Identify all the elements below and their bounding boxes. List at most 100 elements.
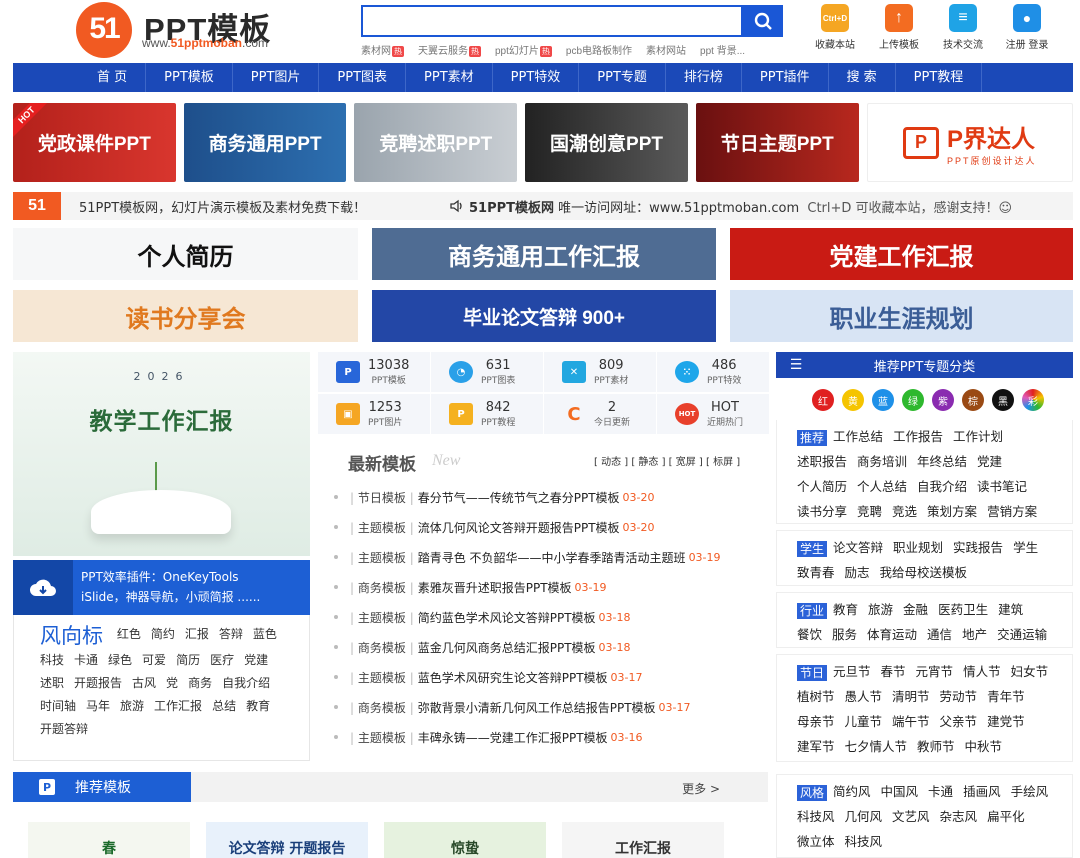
color-yellow[interactable]: 黄 — [842, 389, 864, 411]
stat-ppt-effect[interactable]: ⁙ 486 PPT特效 — [657, 352, 769, 392]
nav-ppt-template[interactable]: PPT模板 — [146, 63, 233, 92]
nav-ranking[interactable]: 排行榜 — [666, 63, 742, 92]
hot-keyword[interactable]: 素材网站 — [646, 42, 686, 57]
plugin-promo[interactable]: PPT效率插件：OneKeyTools iSlide，神器导航，小顽简报 ...… — [13, 560, 310, 615]
color-black[interactable]: 黑 — [992, 389, 1014, 411]
trend-tag[interactable]: 卡通 — [74, 653, 98, 667]
list-item[interactable]: 商务模板素雅灰晋升述职报告PPT模板03-19 — [334, 572, 764, 602]
trend-tag[interactable]: 医疗 — [210, 653, 234, 667]
nav-ppt-effect[interactable]: PPT特效 — [493, 63, 580, 92]
banner-business[interactable]: 商务通用PPT — [183, 103, 347, 182]
stat-ppt-image[interactable]: ▣ 1253 PPT图片 — [318, 394, 430, 434]
trend-tag[interactable]: 总结 — [212, 699, 236, 713]
banner-compete[interactable]: 竞聘述职PPT — [354, 103, 518, 182]
latest-filters[interactable]: [ 动态 ] [ 静态 ] [ 宽屏 ] [ 标屏 ] — [594, 453, 740, 468]
banner-festival[interactable]: 节日主题PPT — [695, 103, 859, 182]
topic-resume[interactable]: 个人简历 — [13, 228, 358, 280]
trend-tag[interactable]: 蓝色 — [253, 627, 277, 641]
notice-left: 51PPT模板网，幻灯片演示模板及素材免费下载！ — [79, 200, 367, 216]
trend-tag[interactable]: 教育 — [246, 699, 270, 713]
trend-tag[interactable]: 时间轴 — [40, 699, 76, 713]
stat-ppt-tutorial[interactable]: P 842 PPT教程 — [431, 394, 543, 434]
login-button[interactable]: ● 注册 登录 — [1002, 4, 1052, 51]
hot-icon: HOT — [675, 403, 699, 425]
topic-thesis[interactable]: 毕业论文答辩 900+ — [372, 290, 716, 342]
stat-ppt-chart[interactable]: ◔ 631 PPT图表 — [431, 352, 543, 392]
nav-search[interactable]: 搜 索 — [829, 63, 896, 92]
chat-button[interactable]: ≡ 技术交流 — [938, 4, 988, 51]
stat-hot[interactable]: HOT HOT 近期热门 — [657, 394, 769, 434]
trend-tag[interactable]: 绿色 — [108, 653, 132, 667]
trend-tag[interactable]: 简约 — [151, 627, 175, 641]
hot-keyword[interactable]: ppt 背景... — [700, 42, 745, 57]
topic-career[interactable]: 职业生涯规划 — [730, 290, 1073, 342]
color-blue[interactable]: 蓝 — [872, 389, 894, 411]
nav-ppt-tutorial[interactable]: PPT教程 — [896, 63, 983, 92]
trend-tag[interactable]: 可爱 — [142, 653, 166, 667]
search-input[interactable] — [361, 5, 743, 37]
nav-ppt-plugin[interactable]: PPT插件 — [742, 63, 829, 92]
trend-tag[interactable]: 工作汇报 — [154, 699, 202, 713]
trend-tag[interactable]: 答辩 — [219, 627, 243, 641]
stat-today-update[interactable]: C 2 今日更新 — [544, 394, 656, 434]
trend-tag[interactable]: 科技 — [40, 653, 64, 667]
topic-business-report[interactable]: 商务通用工作汇报 — [372, 228, 716, 280]
nav-home[interactable]: 首 页 — [75, 63, 147, 92]
list-item[interactable]: 主题模板流体几何风论文答辩开题报告PPT模板03-20 — [334, 512, 764, 542]
color-green[interactable]: 绿 — [902, 389, 924, 411]
stat-ppt-material[interactable]: ✕ 809 PPT素材 — [544, 352, 656, 392]
topic-reading[interactable]: 读书分享会 — [13, 290, 358, 342]
trend-tag[interactable]: 述职 — [40, 676, 64, 690]
nav-ppt-image[interactable]: PPT图片 — [233, 63, 320, 92]
trend-tag[interactable]: 古风 — [132, 676, 156, 690]
upload-button[interactable]: ↑ 上传模板 — [874, 4, 924, 51]
notice-bar: 51 51PPT模板网，幻灯片演示模板及素材免费下载！ 51PPT模板网 唯一访… — [13, 192, 1073, 220]
nav-ppt-chart[interactable]: PPT图表 — [319, 63, 407, 92]
upload-icon: ↑ — [885, 4, 913, 32]
mini-logo: 51 — [13, 192, 61, 220]
trend-tag[interactable]: 自我介绍 — [222, 676, 270, 690]
banner-guochao[interactable]: 国潮创意PPT — [525, 103, 688, 182]
template-thumb[interactable]: 工作汇报 — [562, 822, 724, 858]
trend-tag[interactable]: 开题报告 — [74, 676, 122, 690]
list-item[interactable]: 商务模板弥散背景小清新几何风工作总结报告PPT模板03-17 — [334, 692, 764, 722]
color-red[interactable]: 红 — [812, 389, 834, 411]
search-button[interactable] — [743, 5, 783, 37]
hot-keyword[interactable]: 素材网 — [361, 42, 404, 57]
template-thumb[interactable]: 春 — [28, 822, 190, 858]
list-item[interactable]: 商务模板蓝金几何风商务总结汇报PPT模板03-18 — [334, 632, 764, 662]
stat-ppt-template[interactable]: P 13038 PPT模板 — [318, 352, 430, 392]
template-thumb[interactable]: 论文答辩 开题报告 — [206, 822, 368, 858]
topic-party-report[interactable]: 党建工作汇报 — [730, 228, 1073, 280]
banner-party-course[interactable]: HOT 党政课件PPT — [13, 103, 176, 182]
list-item[interactable]: 主题模板简约蓝色学术风论文答辩PPT模板03-18 — [334, 602, 764, 632]
trend-tag[interactable]: 开题答辩 — [40, 722, 88, 736]
banner-pjie-daren[interactable]: P P界达人 PPT原创设计达人 — [866, 103, 1073, 182]
color-brown[interactable]: 棕 — [962, 389, 984, 411]
more-link[interactable]: 更多 > — [682, 780, 720, 797]
trend-tag[interactable]: 汇报 — [185, 627, 209, 641]
hot-keyword[interactable]: 天翼云服务 — [418, 42, 481, 57]
bookmark-icon: Ctrl+D — [821, 4, 849, 32]
trend-tag[interactable]: 马年 — [86, 699, 110, 713]
site-logo[interactable]: 51 PPT模板 www.51pptmoban.com — [76, 0, 276, 58]
color-multi[interactable]: 彩 — [1022, 389, 1044, 411]
list-item[interactable]: 节日模板春分节气——传统节气之春分PPT模板03-20 — [334, 482, 764, 512]
hot-keyword[interactable]: ppt幻灯片 — [495, 42, 552, 57]
nav-ppt-material[interactable]: PPT素材 — [406, 63, 493, 92]
list-item[interactable]: 主题模板蓝色学术风研究生论文答辩PPT模板03-17 — [334, 662, 764, 692]
trend-tag[interactable]: 党 — [166, 676, 178, 690]
trend-tag[interactable]: 旅游 — [120, 699, 144, 713]
trend-tag[interactable]: 简历 — [176, 653, 200, 667]
list-item[interactable]: 主题模板踏青寻色 不负韶华——中小学春季踏青活动主题班03-19 — [334, 542, 764, 572]
nav-ppt-topic[interactable]: PPT专题 — [579, 63, 666, 92]
color-purple[interactable]: 紫 — [932, 389, 954, 411]
hot-keyword[interactable]: pcb电路板制作 — [566, 42, 632, 57]
featured-template[interactable]: 2026 教学工作汇报 — [13, 352, 310, 556]
list-item[interactable]: 主题模板丰碑永铸——党建工作汇报PPT模板03-16 — [334, 722, 764, 752]
trend-tag[interactable]: 商务 — [188, 676, 212, 690]
bookmark-button[interactable]: Ctrl+D 收藏本站 — [810, 4, 860, 51]
trend-tag[interactable]: 红色 — [117, 627, 141, 641]
template-thumb[interactable]: 惊蛰 — [384, 822, 546, 858]
trend-tag[interactable]: 党建 — [244, 653, 268, 667]
